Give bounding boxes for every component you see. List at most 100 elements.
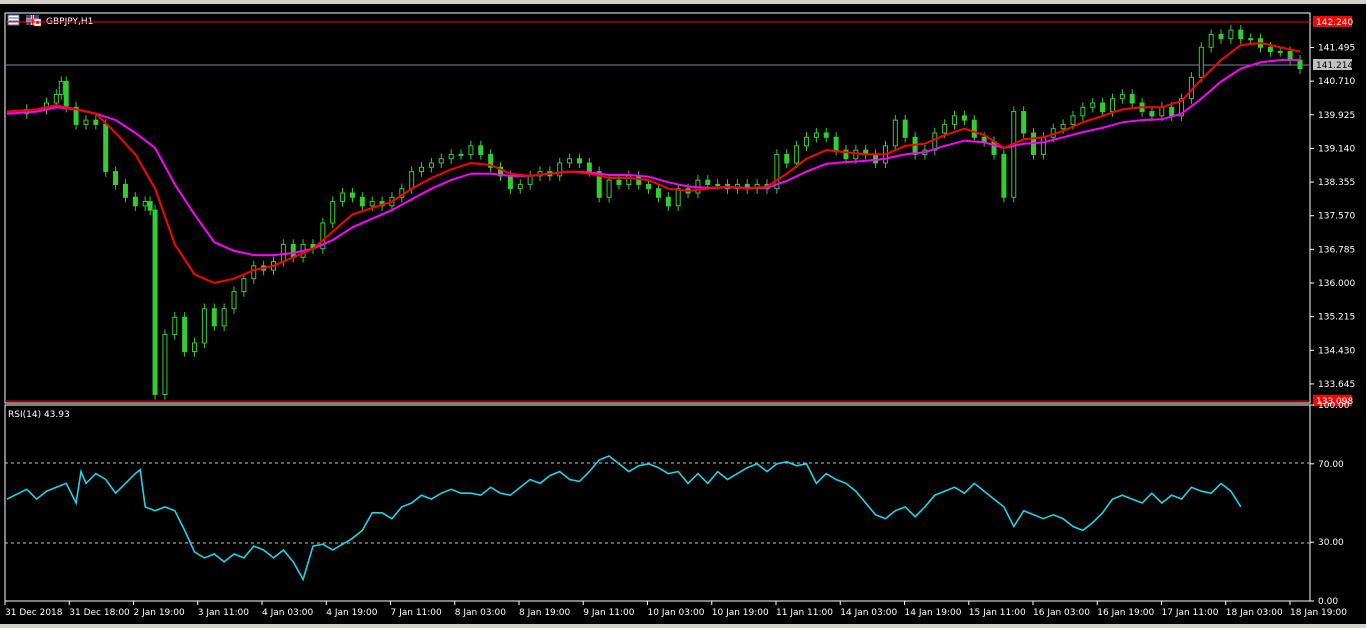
rsi-line: [6, 455, 1242, 582]
candle-body: [902, 119, 908, 138]
candle-body: [1060, 123, 1066, 130]
candle-body: [527, 175, 533, 185]
candle-body: [83, 119, 89, 125]
rsi-label: RSI(14) 43.93: [8, 410, 70, 420]
candle-body: [1169, 106, 1175, 117]
candle-body: [606, 179, 612, 198]
candle-body: [1080, 106, 1086, 117]
candle-body: [1109, 98, 1115, 113]
candle-body: [971, 119, 977, 138]
ma-slow-line: [6, 59, 1300, 257]
high-price-label: 142.240: [1316, 18, 1353, 28]
candle-body: [478, 145, 484, 155]
candle-body: [448, 153, 454, 160]
rsi-pane-frame: [4, 404, 1311, 602]
time-tick-label: 3 Jan 11:00: [198, 608, 250, 618]
price-pane-frame: [4, 12, 1311, 404]
candle-body: [251, 265, 257, 280]
candle-body: [340, 192, 346, 203]
candle-body: [201, 308, 207, 344]
candle-body: [1218, 33, 1224, 40]
candle-body: [53, 93, 59, 104]
candle-body: [655, 188, 661, 198]
candle-body: [63, 81, 69, 108]
candle-body: [152, 209, 158, 395]
rsi-tick-label: 0.00: [1318, 597, 1338, 607]
rsi-tick-label: 100.00: [1318, 401, 1350, 411]
candle-body: [330, 201, 336, 224]
candle-body: [419, 166, 425, 173]
time-tick-label: 16 Jan 03:00: [1033, 608, 1090, 618]
time-tick-label: 10 Jan 03:00: [648, 608, 705, 618]
candle-body: [616, 179, 622, 185]
candle-body: [93, 119, 99, 125]
time-tick-label: 14 Jan 03:00: [840, 608, 897, 618]
price-tick-label: 141.495: [1318, 44, 1355, 54]
price-pane[interactable]: GBPJPY,H1: [4, 12, 1311, 404]
price-axis[interactable]: 141.495 140.710 139.925 139.140 138.355 137.5…: [1310, 16, 1355, 407]
time-axis[interactable]: 31 Dec 2018 31 Dec 18:00 2 Jan 19:00 3 Jan …: [4, 600, 1347, 618]
candle-body: [803, 136, 809, 147]
rsi-tick-label: 30.00: [1318, 538, 1344, 548]
rsi-tick-label: 70.00: [1318, 460, 1344, 470]
candle-body: [961, 115, 967, 121]
candle-body: [458, 153, 464, 156]
candle-body: [103, 123, 109, 173]
symbol-header: GBPJPY,H1: [7, 14, 93, 27]
candle-body: [1198, 46, 1204, 78]
price-tick-label: 133.645: [1318, 380, 1355, 390]
candle-body: [409, 171, 415, 190]
candle-body: [290, 243, 296, 258]
candle-body: [1208, 33, 1214, 48]
candle-body: [359, 196, 365, 207]
candle-body: [147, 201, 153, 211]
candle-body: [557, 162, 563, 177]
rsi-pane[interactable]: RSI(14) 43.93 100.00 70.00 30.00 0.00: [4, 401, 1350, 607]
candle-body: [192, 342, 198, 353]
candle-body: [1267, 46, 1273, 53]
time-tick-label: 8 Jan 19:00: [519, 608, 571, 618]
candle-body: [221, 308, 227, 327]
candle-body: [646, 183, 652, 190]
candle-body: [932, 132, 938, 151]
time-tick-label: 17 Jan 11:00: [1162, 608, 1219, 618]
candle-body: [1297, 59, 1303, 70]
candles-group: [24, 25, 1303, 400]
candle-body: [122, 183, 128, 198]
time-tick-label: 7 Jan 11:00: [391, 608, 443, 618]
candle-body: [576, 158, 582, 164]
candle-body: [823, 132, 829, 138]
candle-body: [1011, 111, 1017, 198]
time-tick-label: 31 Dec 2018: [5, 608, 63, 618]
candle-body: [1090, 102, 1096, 108]
candle-body: [705, 179, 711, 185]
candle-body: [132, 196, 138, 207]
candle-body: [1001, 153, 1007, 198]
ma-fast-line: [6, 41, 1301, 285]
chart-canvas[interactable]: GBPJPY,H1 141.495 140.710 139.925 139.140 13…: [0, 4, 1366, 624]
time-tick-label: 18 Jan 03:00: [1226, 608, 1283, 618]
price-tick-label: 140.710: [1318, 77, 1355, 87]
candle-body: [665, 196, 671, 207]
candle-body: [1287, 51, 1293, 61]
time-tick-label: 14 Jan 19:00: [905, 608, 962, 618]
price-tick-label: 135.215: [1318, 313, 1355, 323]
candle-body: [428, 162, 434, 168]
price-tick-label: 139.140: [1318, 144, 1355, 154]
candle-body: [211, 308, 217, 327]
price-tick-label: 138.355: [1318, 178, 1355, 188]
candle-body: [1129, 93, 1135, 104]
candle-body: [58, 81, 64, 95]
time-tick-label: 4 Jan 19:00: [326, 608, 378, 618]
candle-body: [952, 115, 958, 125]
candle-body: [507, 175, 513, 190]
candle-body: [1100, 102, 1106, 113]
candle-body: [942, 123, 948, 134]
candle-body: [468, 145, 474, 155]
candle-body: [172, 316, 178, 335]
candle-body: [1159, 106, 1165, 117]
candle-body: [241, 278, 247, 293]
candle-body: [715, 183, 721, 186]
chart-window-icon: [7, 14, 20, 26]
chart-window[interactable]: GBPJPY,H1 141.495 140.710 139.925 139.140 13…: [0, 4, 1366, 624]
